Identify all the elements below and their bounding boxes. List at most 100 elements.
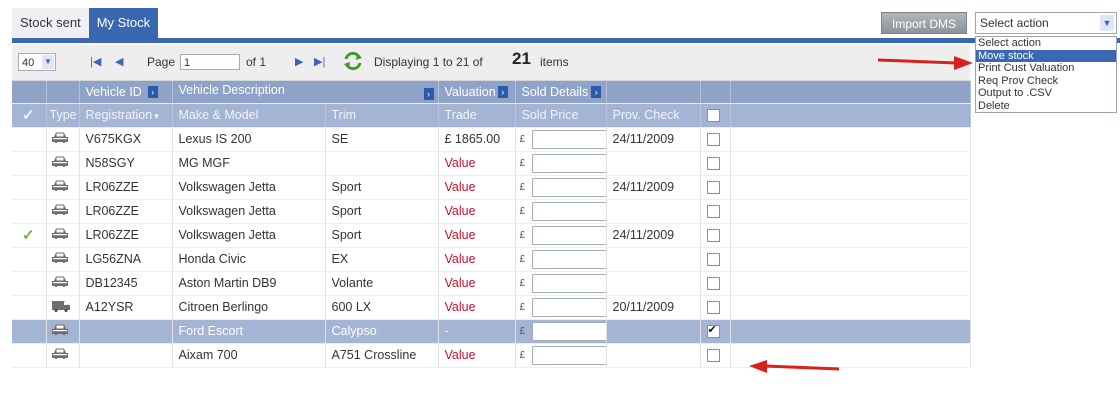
- header-type[interactable]: Type: [46, 103, 80, 128]
- tab-stock-sent[interactable]: Stock sent: [12, 8, 89, 38]
- header-prov-check[interactable]: Prov. Check: [606, 103, 701, 128]
- chevron-down-icon[interactable]: ▼: [1100, 15, 1114, 31]
- action-option-move-stock[interactable]: Move stock: [976, 49, 1116, 62]
- row-select-checkbox[interactable]: [706, 349, 720, 363]
- row-registration[interactable]: N58SGY: [79, 151, 173, 176]
- last-page-icon[interactable]: ▶|: [314, 55, 325, 68]
- prev-page-icon[interactable]: ◀: [115, 55, 123, 68]
- table-row[interactable]: V675KGX Lexus IS 200 SE £ 1865.00 £24/11/200…: [12, 127, 971, 152]
- row-registration[interactable]: V675KGX: [79, 127, 173, 152]
- row-trade-value[interactable]: Value: [438, 247, 516, 272]
- action-option-output-csv[interactable]: Output to .CSV: [976, 87, 1116, 100]
- sold-price-input[interactable]: [531, 273, 605, 293]
- table-row[interactable]: LG56ZNA Honda Civic EX Value £: [12, 247, 971, 272]
- import-dms-button[interactable]: Import DMS: [881, 12, 967, 34]
- first-page-icon[interactable]: |◀: [90, 55, 101, 68]
- expand-vehicle-id-icon[interactable]: ›: [147, 86, 158, 99]
- row-select-checkbox[interactable]: [706, 253, 720, 267]
- row-select-checkbox[interactable]: [706, 133, 720, 147]
- expand-sold-icon[interactable]: ›: [591, 86, 602, 99]
- expand-valuation-icon[interactable]: ›: [497, 86, 508, 99]
- action-option-select[interactable]: Select action: [976, 37, 1116, 50]
- row-select-checkbox[interactable]: [706, 229, 720, 243]
- row-trim: EX: [325, 247, 439, 272]
- table-row[interactable]: LR06ZZE Volkswagen Jetta Sport Value £24/11/…: [12, 175, 971, 200]
- row-prov-check: [606, 271, 701, 296]
- action-option-req-prov-check[interactable]: Req Prov Check: [976, 75, 1116, 88]
- row-registration[interactable]: A12YSR: [79, 295, 173, 320]
- expand-vehicle-desc-icon[interactable]: ›: [423, 88, 434, 101]
- row-select-checkbox[interactable]: [706, 277, 720, 291]
- header-make-model[interactable]: Make & Model: [172, 103, 326, 128]
- tab-strip: Stock sent My Stock: [12, 8, 159, 38]
- action-option-delete[interactable]: Delete: [976, 100, 1116, 113]
- action-option-print-cust-valuation[interactable]: Print Cust Valuation: [976, 62, 1116, 75]
- header-trim[interactable]: Trim: [325, 103, 439, 128]
- page-size-select[interactable]: 40 ▼: [18, 53, 56, 71]
- table-row[interactable]: DB12345 Aston Martin DB9 Volante Value £: [12, 271, 971, 296]
- row-select-checkbox[interactable]: [706, 181, 720, 195]
- header-blank: [730, 81, 971, 104]
- row-make-model[interactable]: Volkswagen Jetta: [172, 199, 326, 224]
- header-registration[interactable]: Registration ▾: [79, 103, 173, 128]
- row-trade-value[interactable]: Value: [438, 223, 516, 248]
- row-select-checkbox[interactable]: [706, 205, 720, 219]
- next-page-icon[interactable]: ▶: [295, 55, 303, 68]
- sold-price-input[interactable]: [531, 249, 605, 269]
- sold-price-input[interactable]: [531, 345, 605, 365]
- header-blank: [730, 103, 971, 128]
- row-make-model[interactable]: Volkswagen Jetta: [172, 223, 326, 248]
- row-registration[interactable]: LR06ZZE: [79, 175, 173, 200]
- row-trade-value[interactable]: Value: [438, 271, 516, 296]
- row-prov-check: 20/11/2009: [606, 295, 701, 320]
- row-trade-value[interactable]: Value: [438, 343, 516, 368]
- sold-price-input[interactable]: [531, 297, 605, 317]
- row-select-checkbox[interactable]: [706, 157, 720, 171]
- row-registration[interactable]: LR06ZZE: [79, 199, 173, 224]
- refresh-icon[interactable]: [342, 50, 364, 72]
- row-trade-value[interactable]: Value: [438, 295, 516, 320]
- row-registration[interactable]: DB12345: [79, 271, 173, 296]
- table-row[interactable]: A12YSR Citroen Berlingo 600 LX Value £20/11/…: [12, 295, 971, 320]
- row-trade-value[interactable]: Value: [438, 151, 516, 176]
- table-row[interactable]: ✓ LR06ZZE Volkswagen Jetta Sport Value £24/11…: [12, 223, 971, 248]
- row-make-model[interactable]: Volkswagen Jetta: [172, 175, 326, 200]
- row-make-model[interactable]: Ford Escort: [172, 319, 326, 344]
- row-sold-price-cell: £: [515, 151, 607, 176]
- row-make-model[interactable]: Citroen Berlingo: [172, 295, 326, 320]
- row-registration[interactable]: LG56ZNA: [79, 247, 173, 272]
- sold-price-input[interactable]: [531, 225, 605, 245]
- table-row[interactable]: Ford Escort Calypso - £: [12, 319, 971, 344]
- pound-sign: £: [519, 206, 526, 218]
- annotation-arrow-icon: [749, 360, 840, 373]
- action-select[interactable]: Select action ▼: [975, 12, 1117, 34]
- row-make-model[interactable]: MG MGF: [172, 151, 326, 176]
- row-select-checkbox[interactable]: [706, 323, 720, 339]
- row-registration[interactable]: [79, 319, 173, 344]
- row-make-model[interactable]: Aston Martin DB9: [172, 271, 326, 296]
- row-make-model[interactable]: Aixam 700: [172, 343, 326, 368]
- row-registration[interactable]: LR06ZZE: [79, 223, 173, 248]
- row-select-checkbox[interactable]: [706, 301, 720, 315]
- sold-price-input[interactable]: [531, 153, 605, 173]
- sold-price-input[interactable]: [531, 129, 605, 149]
- row-type-cell: [46, 151, 80, 176]
- select-all-checkbox[interactable]: [706, 109, 720, 123]
- chevron-down-icon[interactable]: ▼: [42, 55, 54, 69]
- row-trade-value[interactable]: Value: [438, 175, 516, 200]
- table-row[interactable]: LR06ZZE Volkswagen Jetta Sport Value £: [12, 199, 971, 224]
- header-sold-price[interactable]: Sold Price: [515, 103, 607, 128]
- table-row[interactable]: N58SGY MG MGF Value £: [12, 151, 971, 176]
- sold-price-input[interactable]: [531, 201, 605, 221]
- tab-my-stock[interactable]: My Stock: [88, 8, 159, 38]
- row-make-model[interactable]: Lexus IS 200: [172, 127, 326, 152]
- sold-price-input[interactable]: [531, 177, 605, 197]
- header-trade[interactable]: Trade: [438, 103, 516, 128]
- row-registration[interactable]: [79, 343, 173, 368]
- row-make-model[interactable]: Honda Civic: [172, 247, 326, 272]
- row-trade-value[interactable]: Value: [438, 199, 516, 224]
- page-number-input[interactable]: 1: [180, 54, 240, 70]
- row-trim: 600 LX: [325, 295, 439, 320]
- sold-price-input[interactable]: [531, 321, 605, 341]
- row-checkbox-cell: [700, 247, 731, 272]
